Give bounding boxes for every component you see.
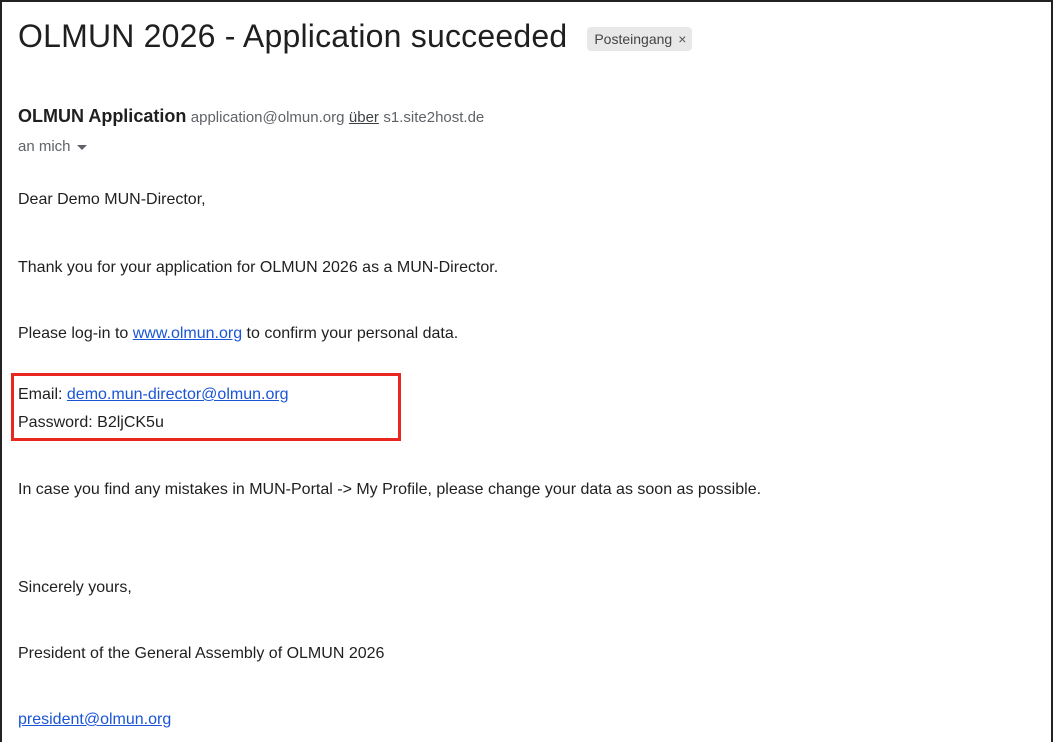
recipient-text: an mich bbox=[18, 138, 71, 155]
login-suffix: to confirm your personal data. bbox=[242, 325, 459, 342]
email-subject: OLMUN 2026 - Application succeeded bbox=[18, 18, 568, 54]
password-label: Password: bbox=[18, 414, 98, 431]
close-icon[interactable]: × bbox=[678, 31, 686, 47]
login-line: Please log-in to www.olmun.org to confir… bbox=[18, 325, 458, 343]
label-chip-text: Posteingang bbox=[594, 30, 673, 47]
sender-host: s1.site2host.de bbox=[383, 109, 485, 126]
closing-text: Sincerely yours, bbox=[18, 579, 132, 596]
sender-email: application@olmun.org bbox=[190, 109, 345, 126]
signature-text: President of the General Assembly of OLM… bbox=[18, 645, 385, 662]
sender-name[interactable]: OLMUN Application bbox=[18, 106, 186, 126]
password-credential-line: Password: B2ljCK5u bbox=[18, 414, 164, 432]
website-link[interactable]: www.olmun.org bbox=[133, 325, 242, 342]
label-chip-inbox[interactable]: Posteingang × bbox=[587, 26, 693, 51]
subject-row: OLMUN 2026 - Application succeeded Poste… bbox=[18, 18, 693, 55]
greeting-text: Dear Demo MUN-Director, bbox=[18, 191, 206, 208]
president-email-link[interactable]: president@olmun.org bbox=[18, 711, 171, 728]
chevron-down-icon[interactable] bbox=[76, 145, 87, 150]
credential-email-link[interactable]: demo.mun-director@olmun.org bbox=[67, 386, 289, 403]
email-label: Email: bbox=[18, 386, 67, 403]
sender-row: OLMUN Application application@olmun.org … bbox=[18, 106, 484, 127]
thanks-text: Thank you for your application for OLMUN… bbox=[18, 259, 499, 276]
recipient-row[interactable]: an mich bbox=[18, 138, 87, 155]
mistakes-text: In case you find any mistakes in MUN-Por… bbox=[18, 481, 762, 498]
login-prefix: Please log-in to bbox=[18, 325, 133, 342]
signature-email-line: president@olmun.org bbox=[18, 711, 171, 729]
email-credential-line: Email: demo.mun-director@olmun.org bbox=[18, 386, 289, 404]
via-link[interactable]: über bbox=[349, 109, 379, 126]
password-value: B2ljCK5u bbox=[97, 414, 164, 431]
